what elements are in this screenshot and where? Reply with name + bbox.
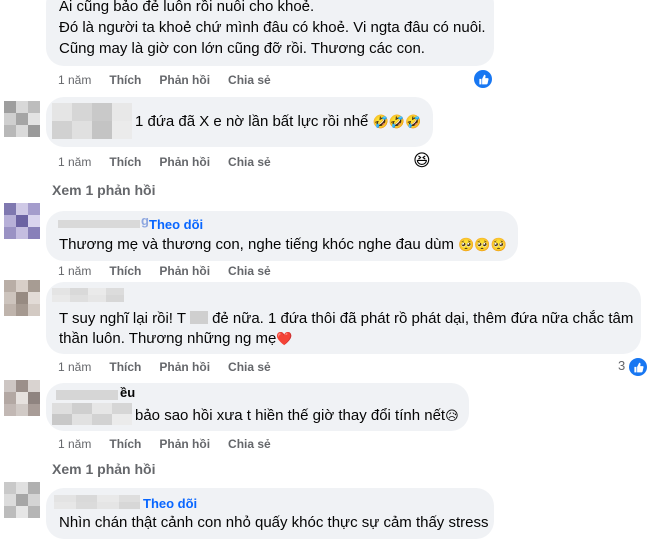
- haha-reaction-icon[interactable]: 😆: [413, 151, 431, 171]
- comment-bubble: g Theo dõi Thương mẹ và thương con, nghe…: [46, 211, 518, 261]
- sad-face-emoji-icon: 😥: [445, 408, 459, 423]
- like-button[interactable]: Thích: [109, 155, 141, 169]
- comment-time[interactable]: 1 năm: [58, 360, 91, 374]
- like-button[interactable]: Thích: [109, 437, 141, 451]
- reply-button[interactable]: Phản hồi: [159, 264, 210, 278]
- comment-actions: 1 năm Thích Phản hồi Chia sẻ: [58, 437, 289, 451]
- avatar[interactable]: [4, 380, 40, 416]
- like-icon[interactable]: [627, 356, 649, 378]
- reply-button[interactable]: Phản hồi: [159, 73, 210, 87]
- share-button[interactable]: Chia sẻ: [228, 360, 271, 374]
- share-button[interactable]: Chia sẻ: [228, 264, 271, 278]
- comment-time[interactable]: 1 năm: [58, 73, 91, 87]
- reaction-count[interactable]: 3: [618, 358, 625, 373]
- redacted-word: [52, 403, 132, 425]
- reply-button[interactable]: Phản hồi: [159, 437, 210, 451]
- redacted-name: [56, 390, 118, 400]
- follow-link[interactable]: Theo dõi: [143, 496, 197, 511]
- comment-text-line: Cũng may là giờ con lớn cũng đỡ rồi. Thư…: [59, 40, 425, 57]
- avatar[interactable]: [4, 101, 40, 137]
- comment-time[interactable]: 1 năm: [58, 437, 91, 451]
- avatar[interactable]: [4, 280, 40, 316]
- redacted-name: [54, 495, 140, 509]
- redacted-name: [52, 103, 132, 139]
- comment-bubble: Ai cũng bảo đẻ luôn rồi nuôi cho khoẻ. Đ…: [46, 0, 494, 66]
- follow-link[interactable]: Theo dõi: [149, 217, 203, 232]
- redacted-word: [189, 311, 208, 324]
- view-replies-link[interactable]: Xem 1 phản hồi: [52, 461, 155, 477]
- pleading-face-emoji-icon: 🥺🥺🥺: [458, 237, 507, 252]
- comment-time[interactable]: 1 năm: [58, 155, 91, 169]
- view-replies-link[interactable]: Xem 1 phản hồi: [52, 182, 155, 198]
- comment-text-line: Đó là người ta khoẻ chứ mình đâu có khoẻ…: [59, 19, 486, 36]
- comment-actions: 1 năm Thích Phản hồi Chia sẻ: [58, 155, 289, 169]
- comment-bubble: T suy nghĩ lại rồi! T đẻ nữa. 1 đứa thôi…: [46, 282, 641, 354]
- comment-text: Nhìn chán thật cảnh con nhỏ quấy khóc th…: [59, 514, 489, 531]
- comment-actions: 1 năm Thích Phản hồi Chia sẻ: [58, 73, 289, 87]
- reply-button[interactable]: Phản hồi: [159, 155, 210, 169]
- share-button[interactable]: Chia sẻ: [228, 437, 271, 451]
- like-icon[interactable]: [472, 68, 494, 90]
- comment-text-line: thần luôn. Thương những ng mẹ❤️: [59, 330, 293, 347]
- commenter-name-fragment: ều: [120, 385, 136, 400]
- reply-button[interactable]: Phản hồi: [159, 360, 210, 374]
- comment-time[interactable]: 1 năm: [58, 264, 91, 278]
- comment-actions: 1 năm Thích Phản hồi Chia sẻ: [58, 360, 289, 374]
- redacted-name: [58, 220, 140, 228]
- comment-bubble: Theo dõi Nhìn chán thật cảnh con nhỏ quấ…: [46, 488, 494, 539]
- redacted-name: [52, 288, 124, 302]
- comment-bubble: 1 đứa đã X e nờ lần bất lực rồi nhể 🤣🤣🤣: [46, 97, 433, 147]
- comment-text: 1 đứa đã X e nờ lần bất lực rồi nhể 🤣🤣🤣: [135, 113, 422, 130]
- share-button[interactable]: Chia sẻ: [228, 155, 271, 169]
- laughing-emoji-icon: 🤣🤣🤣: [372, 114, 422, 129]
- comment-actions: 1 năm Thích Phản hồi Chia sẻ: [58, 264, 289, 278]
- like-button[interactable]: Thích: [109, 73, 141, 87]
- heart-emoji-icon: ❤️: [276, 331, 293, 346]
- comment-text: Thương mẹ và thương con, nghe tiếng khóc…: [59, 236, 507, 253]
- comment-bubble: ều bảo sao hồi xưa t hiền thế giờ thay đ…: [46, 383, 469, 431]
- like-button[interactable]: Thích: [109, 264, 141, 278]
- comment-text-line: Ai cũng bảo đẻ luôn rồi nuôi cho khoẻ.: [59, 0, 315, 15]
- like-button[interactable]: Thích: [109, 360, 141, 374]
- comment-text-line: T suy nghĩ lại rồi! T đẻ nữa. 1 đứa thôi…: [59, 310, 634, 327]
- avatar[interactable]: [4, 482, 40, 518]
- avatar[interactable]: [4, 203, 40, 239]
- share-button[interactable]: Chia sẻ: [228, 73, 271, 87]
- comment-text: bảo sao hồi xưa t hiền thế giờ thay đổi …: [135, 407, 459, 424]
- commenter-name-fragment: g: [141, 213, 149, 228]
